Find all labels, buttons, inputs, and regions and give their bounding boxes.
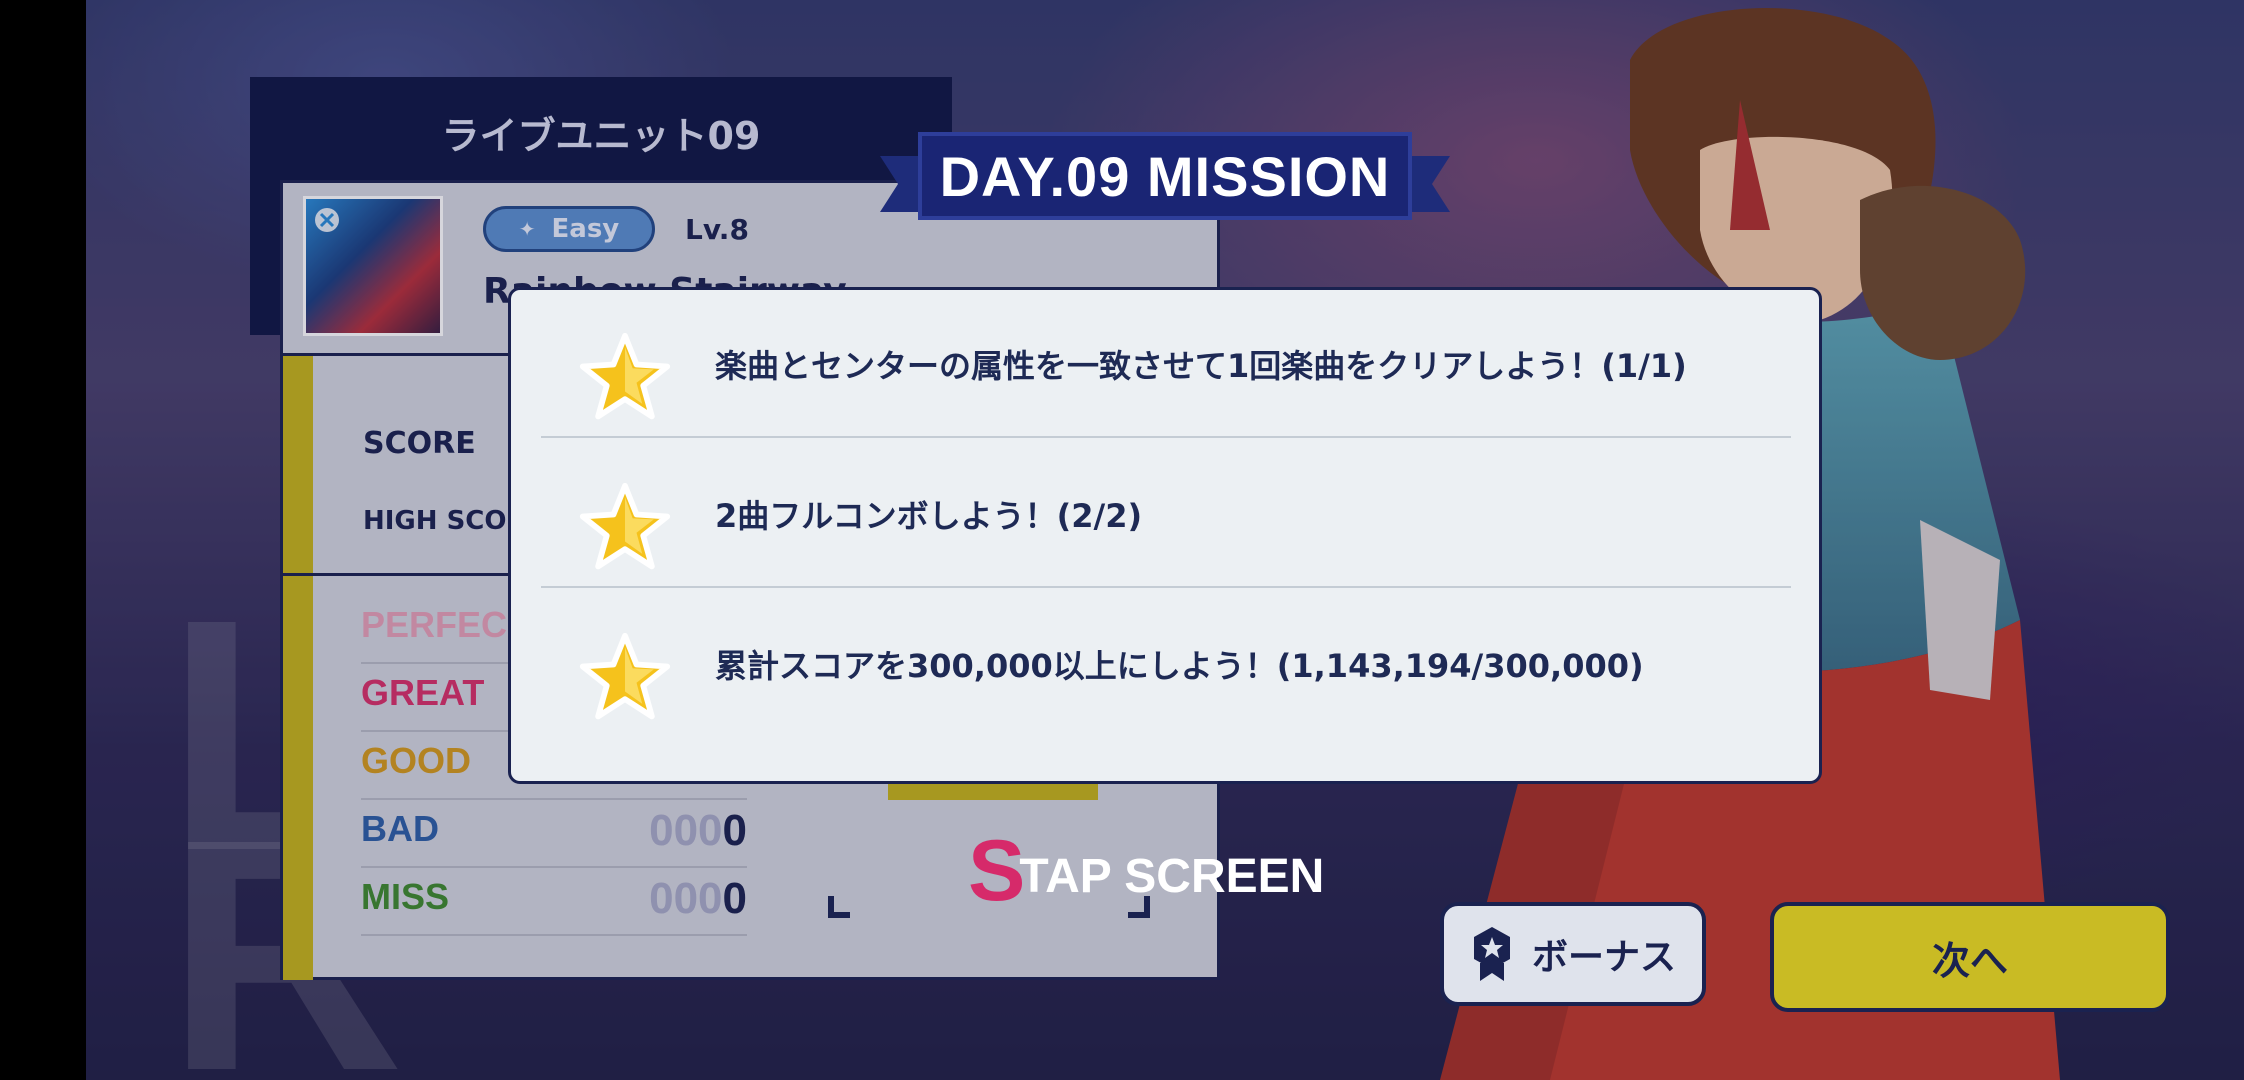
tap-screen-prompt[interactable]: STAP SCREEN — [968, 822, 1324, 921]
mission-text: 楽曲とセンターの属性を一致させて1回楽曲をクリアしよう！(1/1) — [715, 347, 1687, 385]
song-level: Lv.8 — [685, 213, 749, 246]
mission-text: 累計スコアを300,000以上にしよう！(1,143,194/300,000) — [715, 647, 1644, 685]
tap-screen-text: TAP SCREEN — [1019, 850, 1325, 903]
judgement-count: 0000 — [649, 806, 747, 856]
star-icon — [579, 632, 671, 720]
bonus-badge-icon — [1473, 927, 1510, 981]
mission-banner: DAY.09 MISSION — [880, 126, 1450, 226]
judgement-name: GOOD — [361, 740, 472, 781]
judgement-name: GREAT — [361, 672, 485, 713]
score-label: SCORE — [363, 426, 476, 461]
high-score-label: HIGH SCO — [363, 506, 507, 536]
song-jacket — [303, 196, 443, 336]
mission-item: 楽曲とセンターの属性を一致させて1回楽曲をクリアしよう！(1/1) — [541, 290, 1791, 438]
bonus-button[interactable]: ボーナス — [1440, 902, 1706, 1006]
judgement-row-miss: MISS 0000 — [361, 868, 747, 936]
star-icon — [579, 482, 671, 570]
difficulty-label: Easy — [551, 214, 620, 244]
judgement-name: MISS — [361, 876, 450, 917]
mission-item: 累計スコアを300,000以上にしよう！(1,143,194/300,000) — [541, 590, 1791, 738]
score-stripe — [283, 356, 313, 576]
count-value: 0 — [722, 806, 747, 855]
sparkle-icon: ✦ — [518, 217, 536, 241]
count-padding: 000 — [649, 806, 723, 855]
judgement-name: PERFEC — [361, 604, 508, 645]
mission-dialog[interactable]: 楽曲とセンターの属性を一致させて1回楽曲をクリアしよう！(1/1) 2曲フルコン… — [508, 287, 1822, 784]
difficulty-badge: ✦ Easy — [483, 206, 655, 252]
bonus-label: ボーナス — [1531, 937, 1676, 978]
count-padding: 000 — [649, 874, 723, 923]
bracket-left — [828, 896, 850, 918]
mission-text: 2曲フルコンボしよう！(2/2) — [715, 497, 1143, 535]
tap-screen-s: S — [968, 823, 1026, 919]
judgement-stripe — [283, 576, 313, 980]
attribute-icon — [315, 208, 339, 232]
star-icon — [579, 332, 671, 420]
judgement-name: BAD — [361, 808, 439, 849]
left-black-bar — [0, 0, 86, 1080]
judgement-count: 0000 — [649, 874, 747, 924]
mission-banner-title: DAY.09 MISSION — [918, 132, 1412, 220]
mission-item: 2曲フルコンボしよう！(2/2) — [541, 440, 1791, 588]
count-value: 0 — [722, 874, 747, 923]
judgement-row-bad: BAD 0000 — [361, 800, 747, 868]
next-button[interactable]: 次へ — [1770, 902, 2170, 1012]
unit-title: ライブユニット09 — [441, 114, 761, 158]
